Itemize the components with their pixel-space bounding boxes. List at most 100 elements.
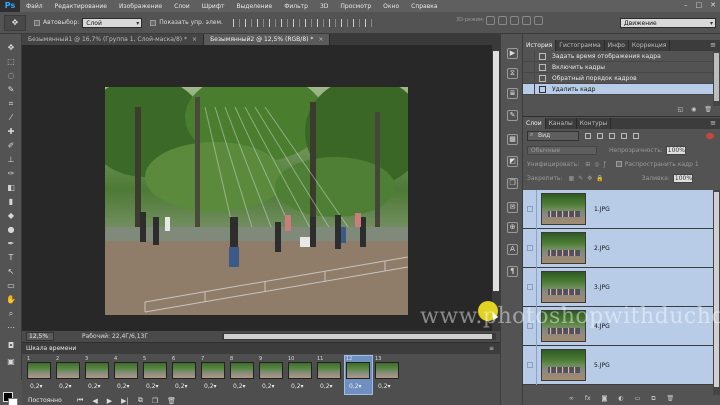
- 3d-slide-icon[interactable]: [522, 16, 531, 25]
- background-color-swatch[interactable]: [8, 398, 18, 405]
- timeline-frame[interactable]: 11 0,2▾: [316, 356, 343, 394]
- blur-tool-icon[interactable]: ◆: [4, 210, 18, 221]
- zoom-level-field[interactable]: 12,5%: [26, 332, 54, 341]
- history-brush-tool-icon[interactable]: ✑: [4, 168, 18, 179]
- adjustment-layer-icon[interactable]: ◐: [618, 395, 623, 405]
- timeline-frame[interactable]: 10 0,2▾: [287, 356, 314, 394]
- tab-history[interactable]: История: [523, 40, 557, 51]
- layer-row[interactable]: 1.JPG: [523, 189, 713, 229]
- frame-delay-dropdown[interactable]: 0,2▾: [88, 383, 101, 390]
- clone-stamp-tool-icon[interactable]: ⊥: [4, 154, 18, 165]
- panel-menu-icon[interactable]: ≡: [489, 343, 494, 354]
- frame-delay-dropdown[interactable]: 0,2▾: [175, 383, 188, 390]
- history-item[interactable]: Обратный порядок кадров: [523, 72, 713, 84]
- scroll-thumb[interactable]: [224, 334, 492, 339]
- tab-layers[interactable]: Слои: [523, 118, 546, 129]
- new-layer-icon[interactable]: ⧉: [651, 395, 655, 405]
- timeline-frame[interactable]: 3 0,2▾: [84, 356, 111, 394]
- frame-delay-dropdown[interactable]: 0,2▾: [320, 383, 333, 390]
- unify-visibility-icon[interactable]: ◎: [594, 161, 599, 168]
- 3d-roll-icon[interactable]: [498, 16, 507, 25]
- screen-mode-icon[interactable]: ▣: [4, 356, 18, 367]
- zoom-tool-icon[interactable]: ⌕: [4, 308, 18, 319]
- align-right-icon[interactable]: [292, 18, 300, 27]
- blend-mode-dropdown[interactable]: Обычные: [527, 145, 597, 155]
- menu-window[interactable]: Окно: [377, 3, 405, 10]
- gradient-tool-icon[interactable]: ▮: [4, 196, 18, 207]
- lasso-tool-icon[interactable]: ◌: [4, 70, 18, 81]
- horizontal-scrollbar[interactable]: [222, 333, 496, 340]
- frame-delay-dropdown[interactable]: 0,2▾: [349, 383, 362, 390]
- menu-filter[interactable]: Фильтр: [278, 3, 314, 10]
- filter-smart-object-icon[interactable]: [633, 133, 639, 139]
- marquee-tool-icon[interactable]: ⬚: [4, 56, 18, 67]
- lock-position-icon[interactable]: ✥: [587, 175, 592, 182]
- styles-icon[interactable]: ◩: [507, 156, 518, 167]
- panel-menu-icon[interactable]: ≡: [710, 118, 716, 129]
- distribute-bottom-icon[interactable]: [328, 18, 336, 27]
- type-tool-icon[interactable]: T: [4, 252, 18, 263]
- delete-layer-icon[interactable]: 🗑: [667, 395, 675, 405]
- 3d-drag-icon[interactable]: [510, 16, 519, 25]
- new-document-from-state-icon[interactable]: ◱: [677, 106, 683, 116]
- document-tab-2[interactable]: Безымянный2 @ 12,5% (RGB/8) * ×: [204, 34, 331, 45]
- timeline-frame[interactable]: 6 0,2▾: [171, 356, 198, 394]
- frame-delay-dropdown[interactable]: 0,2▾: [233, 383, 246, 390]
- tool-preset-picker[interactable]: ✥: [4, 14, 26, 31]
- timeline-frame[interactable]: 8 0,2▾: [229, 356, 256, 394]
- lock-pixels-icon[interactable]: ✎: [578, 175, 583, 182]
- show-transform-checkbox[interactable]: [150, 19, 157, 26]
- timeline-frame[interactable]: 5 0,2▾: [142, 356, 169, 394]
- frame-delay-dropdown[interactable]: 0,2▾: [117, 383, 130, 390]
- layer-row[interactable]: 4.JPG: [523, 306, 713, 346]
- quick-select-tool-icon[interactable]: ✎: [4, 84, 18, 95]
- timeline-frame[interactable]: 13 0,2▾: [374, 356, 401, 394]
- layers-scrollbar[interactable]: [713, 190, 720, 395]
- 3d-rotate-icon[interactable]: [486, 16, 495, 25]
- filter-shape-icon[interactable]: [621, 133, 627, 139]
- document-tab-1[interactable]: Безымянный1 @ 16,7% (Группа 1, Слой-маск…: [22, 34, 205, 45]
- extra-tools-icon[interactable]: ⋯: [4, 322, 18, 333]
- new-group-icon[interactable]: ▭: [635, 395, 641, 405]
- lock-all-icon[interactable]: 🔒: [596, 175, 603, 182]
- filter-adjustment-icon[interactable]: [597, 133, 603, 139]
- minimize-icon[interactable]: –: [684, 1, 688, 9]
- delete-frame-icon[interactable]: 🗑: [167, 397, 176, 405]
- align-left-icon[interactable]: [268, 18, 276, 27]
- autoselect-checkbox[interactable]: [34, 19, 40, 26]
- healing-brush-tool-icon[interactable]: ✚: [4, 126, 18, 137]
- menu-view[interactable]: Просмотр: [334, 3, 377, 10]
- layer-row[interactable]: 3.JPG: [523, 267, 713, 307]
- trash-icon[interactable]: 🗑: [704, 106, 712, 116]
- align-center-icon[interactable]: [280, 18, 288, 27]
- close-icon[interactable]: ✕: [710, 1, 716, 9]
- timeline-frame[interactable]: 9 0,2▾: [258, 356, 285, 394]
- align-bottom-icon[interactable]: [256, 18, 264, 27]
- link-layers-icon[interactable]: ∞: [569, 395, 574, 405]
- visibility-toggle[interactable]: [523, 306, 537, 346]
- distribute-top-icon[interactable]: [304, 18, 312, 27]
- workspace-dropdown[interactable]: Движение: [620, 18, 716, 28]
- filter-pixel-icon[interactable]: [585, 133, 591, 139]
- paragraph-icon[interactable]: ¶: [507, 266, 518, 277]
- timeline-frame[interactable]: 7 0,2▾: [200, 356, 227, 394]
- distribute-left-icon[interactable]: [340, 18, 348, 27]
- history-item[interactable]: Включить кадры: [523, 61, 713, 73]
- propagate-frame-checkbox[interactable]: [615, 161, 622, 167]
- swatches-icon[interactable]: ▦: [507, 134, 518, 145]
- hand-tool-icon[interactable]: ✋: [4, 294, 18, 305]
- previous-frame-icon[interactable]: ◀: [92, 397, 97, 405]
- pen-tool-icon[interactable]: ✒: [4, 238, 18, 249]
- timeline-frame[interactable]: 12 0,2▾: [344, 355, 373, 395]
- play-icon[interactable]: ▶: [107, 397, 112, 405]
- notes-icon[interactable]: ✉: [507, 202, 518, 213]
- close-tab-icon[interactable]: ×: [318, 36, 323, 43]
- loop-options-dropdown[interactable]: Постоянно: [28, 397, 68, 404]
- menu-3d[interactable]: 3D: [314, 3, 334, 10]
- frame-delay-dropdown[interactable]: 0,2▾: [146, 383, 159, 390]
- scroll-thumb[interactable]: [714, 192, 719, 387]
- menu-help[interactable]: Справка: [405, 3, 443, 10]
- menu-file[interactable]: Файл: [20, 3, 49, 10]
- frame-delay-dropdown[interactable]: 0,2▾: [204, 383, 217, 390]
- properties-icon[interactable]: ≣: [507, 88, 518, 99]
